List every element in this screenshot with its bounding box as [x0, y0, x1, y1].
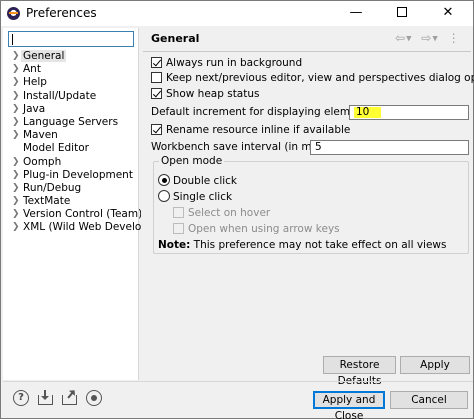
- chevron-right-icon[interactable]: ❯: [12, 103, 20, 116]
- history-navigation: ⇦▼ ⇨▼ ⋮: [395, 31, 465, 45]
- single-click-radio[interactable]: [158, 190, 170, 202]
- tree-item-install-update[interactable]: ❯ Install/Update: [3, 90, 139, 103]
- rename-inline-checkbox[interactable]: [151, 124, 162, 135]
- always-run-background-checkbox[interactable]: [151, 57, 162, 68]
- maximize-icon: [397, 6, 407, 17]
- bottom-divider: [3, 381, 473, 382]
- back-arrow-icon[interactable]: ⇦▼: [395, 31, 412, 45]
- chevron-right-icon[interactable]: ❯: [12, 169, 20, 182]
- apply-and-close-button[interactable]: Apply and Close: [313, 391, 385, 419]
- tree-item-help[interactable]: ❯ Help: [3, 76, 139, 89]
- title-bar: Preferences — ✕: [1, 1, 473, 26]
- chevron-right-icon[interactable]: ❯: [12, 208, 20, 221]
- page-title: General: [151, 32, 200, 45]
- tree-item-textmate[interactable]: ❯ TextMate: [3, 195, 139, 208]
- maximize-button[interactable]: [379, 1, 425, 26]
- select-on-hover-option[interactable]: Select on hover: [173, 206, 270, 220]
- highlighted-value: 10: [354, 107, 382, 118]
- chevron-right-icon[interactable]: ❯: [12, 50, 20, 63]
- default-increment-field[interactable]: 10: [349, 105, 469, 120]
- show-heap-status-option[interactable]: Show heap status: [151, 87, 260, 101]
- tree-item-general[interactable]: ❯ General: [3, 50, 139, 63]
- chevron-right-icon[interactable]: ❯: [12, 76, 20, 89]
- import-icon[interactable]: [38, 390, 54, 406]
- tree-item-oomph[interactable]: ❯ Oomph: [3, 156, 139, 169]
- double-click-option[interactable]: Double click: [158, 174, 237, 188]
- chevron-right-icon[interactable]: ❯: [12, 129, 20, 142]
- text-caret: [12, 34, 13, 45]
- tree-item-ant[interactable]: ❯ Ant: [3, 63, 139, 76]
- always-run-background-option[interactable]: Always run in background: [151, 56, 302, 70]
- close-button[interactable]: ✕: [425, 1, 471, 26]
- double-click-radio[interactable]: [158, 174, 170, 186]
- chevron-right-icon[interactable]: ❯: [12, 90, 20, 103]
- tree-item-version-control[interactable]: ❯ Version Control (Team): [3, 208, 142, 221]
- apply-button[interactable]: Apply: [400, 356, 470, 374]
- single-click-option[interactable]: Single click: [158, 190, 232, 204]
- preferences-window: Preferences — ✕ ❯ General ❯ Ant ❯ Help ❯ Ins…: [0, 0, 474, 419]
- preference-page: General ⇦▼ ⇨▼ ⋮ Always run in background…: [141, 28, 474, 387]
- open-arrow-keys-option[interactable]: Open when using arrow keys: [173, 222, 340, 236]
- keep-dialog-open-checkbox[interactable]: [151, 72, 162, 83]
- chevron-right-icon[interactable]: ❯: [12, 156, 20, 169]
- chevron-right-icon[interactable]: ❯: [12, 195, 20, 208]
- tree-item-run-debug[interactable]: ❯ Run/Debug: [3, 182, 139, 195]
- rename-inline-option[interactable]: Rename resource inline if available: [151, 123, 350, 137]
- chevron-right-icon[interactable]: ❯: [12, 63, 20, 76]
- restore-defaults-button[interactable]: Restore Defaults: [323, 356, 396, 387]
- header-divider: [143, 51, 471, 52]
- save-interval-field[interactable]: 5: [310, 140, 469, 155]
- help-icon[interactable]: ?: [13, 390, 29, 406]
- tree-item-xml[interactable]: ❯ XML (Wild Web Developer): [3, 221, 163, 234]
- tree-item-maven[interactable]: ❯ Maven: [3, 129, 139, 142]
- window-title: Preferences: [26, 6, 97, 20]
- chevron-right-icon[interactable]: ❯: [12, 116, 20, 129]
- tree-item-language-servers[interactable]: ❯ Language Servers: [3, 116, 139, 129]
- show-heap-status-checkbox[interactable]: [151, 88, 162, 99]
- preference-tree: ❯ General ❯ Ant ❯ Help ❯ Install/Update ❯ Jav…: [3, 50, 163, 235]
- preference-tree-panel: ❯ General ❯ Ant ❯ Help ❯ Install/Update ❯ Jav…: [3, 28, 163, 380]
- chevron-right-icon[interactable]: ❯: [12, 221, 20, 234]
- page-header: General ⇦▼ ⇨▼ ⋮: [141, 28, 473, 50]
- note-label: Note:: [158, 239, 191, 251]
- chevron-right-icon[interactable]: ❯: [12, 182, 20, 195]
- note-text: This preference may not take effect on a…: [190, 239, 447, 251]
- export-icon[interactable]: [62, 390, 78, 406]
- open-mode-note: Note: This preference may not take effec…: [158, 239, 446, 251]
- open-arrow-keys-checkbox[interactable]: [173, 223, 184, 234]
- keep-dialog-open-option[interactable]: Keep next/previous editor, view and pers…: [151, 71, 474, 85]
- record-icon[interactable]: [86, 390, 102, 406]
- filter-input[interactable]: [8, 31, 134, 47]
- view-menu-icon[interactable]: ⋮: [448, 31, 461, 45]
- eclipse-icon: [7, 7, 20, 20]
- cancel-button[interactable]: Cancel: [390, 391, 468, 409]
- open-mode-label: Open mode: [159, 155, 225, 167]
- minimize-button[interactable]: —: [333, 1, 379, 26]
- tree-item-java[interactable]: ❯ Java: [3, 103, 139, 116]
- tree-item-model-editor[interactable]: Model Editor: [3, 142, 139, 155]
- tree-item-plugin-development[interactable]: ❯ Plug-in Development: [3, 169, 139, 182]
- select-on-hover-checkbox[interactable]: [173, 207, 184, 218]
- forward-arrow-icon[interactable]: ⇨▼: [421, 31, 438, 45]
